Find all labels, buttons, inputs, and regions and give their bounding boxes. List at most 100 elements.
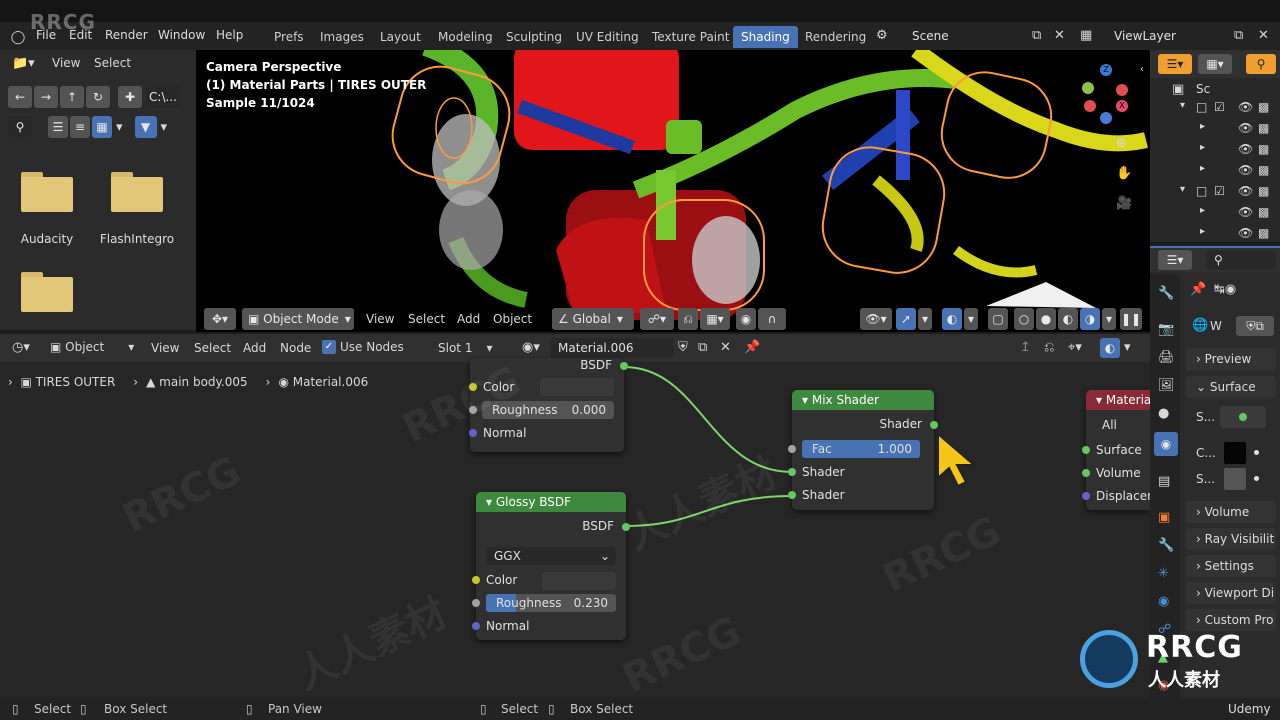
slot-dropdown[interactable]: Slot 1 ▾ <box>430 337 512 359</box>
section-ray-visibility[interactable]: › Ray Visibilit <box>1186 528 1276 550</box>
output-tab-icon[interactable]: 🖨 <box>1158 350 1175 365</box>
file-select-menu[interactable]: Select <box>94 56 131 70</box>
snap-node-element-icon[interactable]: ⌖▾ <box>1068 340 1082 355</box>
outliner-search-icon[interactable]: ⚲ <box>1246 54 1276 74</box>
outliner-row[interactable]: ▸ 👁 ▩ <box>1200 121 1276 139</box>
node-menu-node[interactable]: Node <box>280 341 311 355</box>
transform-pivot-icon[interactable]: ✥▾ <box>204 308 236 330</box>
xray-icon[interactable]: ▢ <box>988 308 1008 330</box>
parent-node-tree-icon[interactable]: ↥ <box>1020 340 1031 355</box>
snap-node-icon[interactable]: ⎌ <box>1044 340 1054 355</box>
physics-tab-icon[interactable]: ◉ <box>1158 594 1169 609</box>
section-preview[interactable]: › Preview <box>1186 348 1276 370</box>
world-fake-user-icon[interactable]: ⛨⧉ <box>1236 316 1274 336</box>
view-layer-field[interactable]: ViewLayer <box>1106 26 1226 46</box>
tab-shading[interactable]: Shading <box>733 26 798 48</box>
view-layer-icon[interactable]: ▦ <box>1080 28 1092 43</box>
material-output-node[interactable]: ▾ Materia All Surface Volume Displacem <box>1082 390 1150 510</box>
falloff-icon[interactable]: ∩ <box>758 308 786 330</box>
menu-edit[interactable]: Edit <box>69 28 92 42</box>
filter-icon[interactable]: ▼ <box>134 116 157 138</box>
scene-name-field[interactable]: Scene <box>904 26 1024 46</box>
modifier-tab-icon[interactable]: 🔧 <box>1158 538 1174 553</box>
section-volume[interactable]: › Volume <box>1186 501 1276 523</box>
section-settings[interactable]: › Settings <box>1186 555 1276 577</box>
viewport-menu-add[interactable]: Add <box>457 312 480 326</box>
new-scene-icon[interactable]: ⧉ <box>1032 28 1041 43</box>
render-tab-icon[interactable]: 📷 <box>1158 322 1174 337</box>
display-mode-icon[interactable]: ▦▾ <box>1198 54 1232 74</box>
object-type-dropdown[interactable]: ▣ Object ▾ <box>50 340 134 354</box>
material-shading-icon[interactable]: ◐ <box>1058 308 1078 330</box>
unlink-material-icon[interactable]: ✕ <box>720 340 731 355</box>
color-input-socket[interactable] <box>472 576 480 584</box>
snap-settings-icon[interactable]: ▦▾ <box>700 308 730 330</box>
pivot-icon[interactable]: ☍▾ <box>640 308 674 330</box>
thumbnail-view-icon[interactable]: ▦ <box>92 116 112 138</box>
tab-sculpting[interactable]: Sculpting <box>498 26 570 48</box>
overlay-toggle-icon[interactable]: ◐ <box>942 308 962 330</box>
node-editor-canvas[interactable]: › ▣ TIRES OUTER › ▲ main body.005 › ◉ Ma… <box>0 358 1150 702</box>
transform-orientation-dropdown[interactable]: ∠ Global ▾ <box>552 308 634 330</box>
pause-render-icon[interactable]: ❚❚ <box>1120 308 1142 330</box>
tab-images[interactable]: Images <box>312 26 372 48</box>
node-overlay-icon[interactable]: ◐ <box>1100 338 1120 358</box>
3d-viewport[interactable]: Camera Perspective (1) Material Parts | … <box>196 50 1150 332</box>
new-folder-button[interactable]: ✚ <box>118 86 142 108</box>
list-view-icon[interactable]: ☰ <box>48 116 68 138</box>
outliner-row[interactable]: ▸ 👁 ▩ <box>1200 205 1276 223</box>
surface-value-socket[interactable] <box>1220 406 1266 428</box>
snap-icon[interactable]: ⎌ <box>678 308 698 330</box>
gizmo-dropdown-icon[interactable]: ▾ <box>918 308 932 330</box>
pin-icon[interactable]: 📌 <box>744 340 760 355</box>
distribution-dropdown[interactable]: GGX ⌄ <box>486 547 616 565</box>
close-view-layer-icon[interactable]: ✕ <box>1258 28 1269 43</box>
node-menu-select[interactable]: Select <box>194 341 231 355</box>
outliner-editor-icon[interactable]: ☰▾ <box>1158 54 1192 74</box>
collapse-chevron-icon[interactable]: ‹ <box>1140 64 1144 75</box>
color-swatch[interactable] <box>1224 442 1246 464</box>
fac-input-socket[interactable] <box>788 445 796 453</box>
outliner-row[interactable]: ▸ 👁 ▩ <box>1200 142 1276 160</box>
tab-uv-editing[interactable]: UV Editing <box>568 26 647 48</box>
menu-window[interactable]: Window <box>158 28 205 42</box>
outliner-root-label[interactable]: Sc <box>1196 82 1210 96</box>
filter-chevron-icon[interactable]: ▾ <box>161 120 168 135</box>
blender-logo-icon[interactable]: ◯ <box>10 29 26 45</box>
solid-shading-icon[interactable]: ● <box>1036 308 1056 330</box>
strength-field[interactable] <box>1224 468 1246 490</box>
zoom-icon[interactable]: ⊕ <box>1116 136 1127 151</box>
shader-input-socket-2[interactable] <box>788 491 796 499</box>
particles-tab-icon[interactable]: ✳ <box>1158 566 1169 581</box>
shading-dropdown-icon[interactable]: ▾ <box>1102 308 1116 330</box>
proportional-edit-icon[interactable]: ◉ <box>736 308 756 330</box>
world-browse-icon[interactable]: ↹◉ <box>1214 282 1236 297</box>
parent-dir-button[interactable]: ↑ <box>60 86 84 108</box>
back-button[interactable]: ← <box>8 86 32 108</box>
tab-texture-paint[interactable]: Texture Paint <box>644 26 737 48</box>
tab-prefs[interactable]: Prefs <box>266 26 312 48</box>
collection-tab-icon[interactable]: ▤ <box>1158 474 1170 489</box>
color-swatch[interactable] <box>540 378 614 396</box>
navigation-gizmo[interactable]: Z X <box>1080 62 1136 124</box>
color-input-socket[interactable] <box>469 383 477 391</box>
scene-icon[interactable]: ⚙ <box>876 28 888 43</box>
folder-icon[interactable] <box>111 172 163 212</box>
tab-layout[interactable]: Layout <box>372 26 429 48</box>
folder-icon[interactable] <box>21 172 73 212</box>
refresh-button[interactable]: ↻ <box>86 86 110 108</box>
use-nodes-checkbox[interactable]: ✓ <box>322 340 336 354</box>
surface-input-socket[interactable] <box>1082 446 1090 454</box>
mix-shader-title[interactable]: ▾ Mix Shader <box>792 390 934 410</box>
mix-shader-node[interactable]: ▾ Mix Shader Shader Fac 1.000 Shader Sha… <box>788 390 938 510</box>
glossy-bsdf-title[interactable]: ▾ Glossy BSDF <box>476 492 626 512</box>
roughness-slider[interactable]: Roughness 0.230 <box>486 594 616 612</box>
forward-button[interactable]: → <box>34 86 58 108</box>
new-view-layer-icon[interactable]: ⧉ <box>1234 28 1243 43</box>
overlay-dropdown-icon[interactable]: ▾ <box>964 308 978 330</box>
roughness-input-socket[interactable] <box>469 406 477 414</box>
world-name-label[interactable]: W <box>1210 319 1222 333</box>
world-tab-icon[interactable]: ◉ <box>1154 432 1178 456</box>
fac-slider[interactable]: Fac 1.000 <box>802 440 920 458</box>
close-scene-icon[interactable]: ✕ <box>1054 28 1065 43</box>
